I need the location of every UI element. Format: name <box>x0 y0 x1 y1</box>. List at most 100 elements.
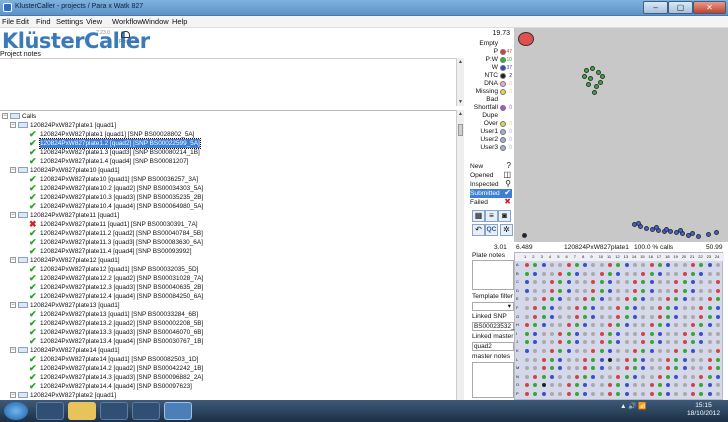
expand-toggle[interactable]: − <box>10 302 16 308</box>
plate-well[interactable] <box>525 263 529 267</box>
plate-well[interactable] <box>525 314 529 319</box>
plate-well[interactable] <box>649 392 654 396</box>
plate-well[interactable] <box>666 331 671 336</box>
plate-well[interactable] <box>715 349 720 353</box>
plate-well[interactable] <box>682 271 687 276</box>
plate-well[interactable] <box>682 314 687 319</box>
plate-well[interactable] <box>533 349 538 353</box>
plate-well[interactable] <box>591 349 596 353</box>
plate-well[interactable] <box>525 331 529 336</box>
plate-well[interactable] <box>549 323 554 328</box>
plate-well[interactable] <box>566 366 571 371</box>
plate-well[interactable] <box>707 280 712 285</box>
plate-well[interactable] <box>666 383 671 388</box>
plate-well[interactable] <box>674 331 679 336</box>
plate-well[interactable] <box>624 392 629 396</box>
plate-well[interactable] <box>657 392 662 396</box>
plate-well[interactable] <box>624 349 629 353</box>
plate-well[interactable] <box>624 288 629 293</box>
plate-well[interactable] <box>641 297 646 302</box>
plate-well[interactable] <box>541 306 546 310</box>
linked-snp-field[interactable]: BS00023532_ <box>472 322 515 331</box>
plate-well[interactable] <box>682 288 687 293</box>
tree-scroll-thumb[interactable] <box>458 124 463 136</box>
plate-well[interactable] <box>666 297 671 302</box>
plate-well[interactable] <box>691 366 695 371</box>
plate-well[interactable] <box>574 314 579 319</box>
plate-well[interactable] <box>574 383 579 388</box>
category-user3[interactable]: User3 0 <box>464 144 512 152</box>
plate-well[interactable] <box>591 297 596 302</box>
plate-notes-field[interactable] <box>472 260 514 290</box>
plate-well[interactable] <box>541 263 546 267</box>
plate-well[interactable] <box>649 280 654 285</box>
plate-well[interactable] <box>525 357 529 362</box>
plate-well[interactable] <box>599 374 604 379</box>
plate-well[interactable] <box>624 366 629 371</box>
plate-well[interactable] <box>616 374 621 379</box>
plate-well[interactable] <box>674 349 679 353</box>
plate-well[interactable] <box>616 271 621 276</box>
menu-file[interactable]: File <box>2 17 14 26</box>
plate-well[interactable] <box>549 374 554 379</box>
plate-well[interactable] <box>632 357 637 362</box>
plate-well[interactable] <box>566 263 571 267</box>
plate-well[interactable] <box>657 357 662 362</box>
plate-well[interactable] <box>591 263 596 267</box>
plate-well[interactable] <box>641 314 646 319</box>
plate-well[interactable] <box>616 349 621 353</box>
plate-well[interactable] <box>591 357 596 362</box>
plate-well[interactable] <box>649 271 654 276</box>
plate-well[interactable] <box>574 374 579 379</box>
plate-well[interactable] <box>674 366 679 371</box>
ie-icon[interactable] <box>36 402 64 420</box>
plate-well[interactable] <box>616 340 621 345</box>
plate-well[interactable] <box>691 314 695 319</box>
plate-well[interactable] <box>583 314 588 319</box>
plate-well[interactable] <box>674 383 679 388</box>
plate-well[interactable] <box>525 349 529 353</box>
plate-well[interactable] <box>599 306 604 310</box>
plate-well[interactable] <box>566 323 571 328</box>
plate-well[interactable] <box>699 383 704 388</box>
plate-well[interactable] <box>608 340 612 345</box>
plate-well[interactable] <box>549 392 554 396</box>
plate-well[interactable] <box>666 288 671 293</box>
plate-well[interactable] <box>649 349 654 353</box>
klustercaller-taskbar-icon[interactable] <box>164 402 192 420</box>
plate-well[interactable] <box>715 383 720 388</box>
plate-well[interactable] <box>558 357 563 362</box>
plate-well[interactable] <box>657 323 662 328</box>
plate-well[interactable] <box>657 349 662 353</box>
plate-well[interactable] <box>591 340 596 345</box>
plate-well[interactable] <box>574 306 579 310</box>
plate-well[interactable] <box>525 271 529 276</box>
plate-well[interactable] <box>541 271 546 276</box>
plate-well[interactable] <box>533 340 538 345</box>
plate-well[interactable] <box>657 366 662 371</box>
plate-well[interactable] <box>682 331 687 336</box>
plate-well[interactable] <box>525 323 529 328</box>
plate-well[interactable] <box>533 331 538 336</box>
plate-well[interactable] <box>691 288 695 293</box>
plate-well[interactable] <box>525 383 529 388</box>
plate-well[interactable] <box>583 357 588 362</box>
plate-well[interactable] <box>699 263 704 267</box>
plate-well[interactable] <box>715 366 720 371</box>
plate-well[interactable] <box>699 374 704 379</box>
plate-well[interactable] <box>549 297 554 302</box>
plate-well[interactable] <box>541 392 546 396</box>
settings-icon[interactable]: ✲ <box>500 224 513 236</box>
plate-well[interactable] <box>574 357 579 362</box>
plate-well[interactable] <box>574 340 579 345</box>
plate-well[interactable] <box>691 323 695 328</box>
plate-well[interactable] <box>566 357 571 362</box>
plate-well[interactable] <box>599 383 604 388</box>
plate-well[interactable] <box>624 357 629 362</box>
plate-well[interactable] <box>707 392 712 396</box>
plate-well[interactable] <box>558 383 563 388</box>
plate-well[interactable] <box>624 314 629 319</box>
plate-well[interactable] <box>549 349 554 353</box>
plate-well[interactable] <box>632 288 637 293</box>
plate-well[interactable] <box>674 306 679 310</box>
